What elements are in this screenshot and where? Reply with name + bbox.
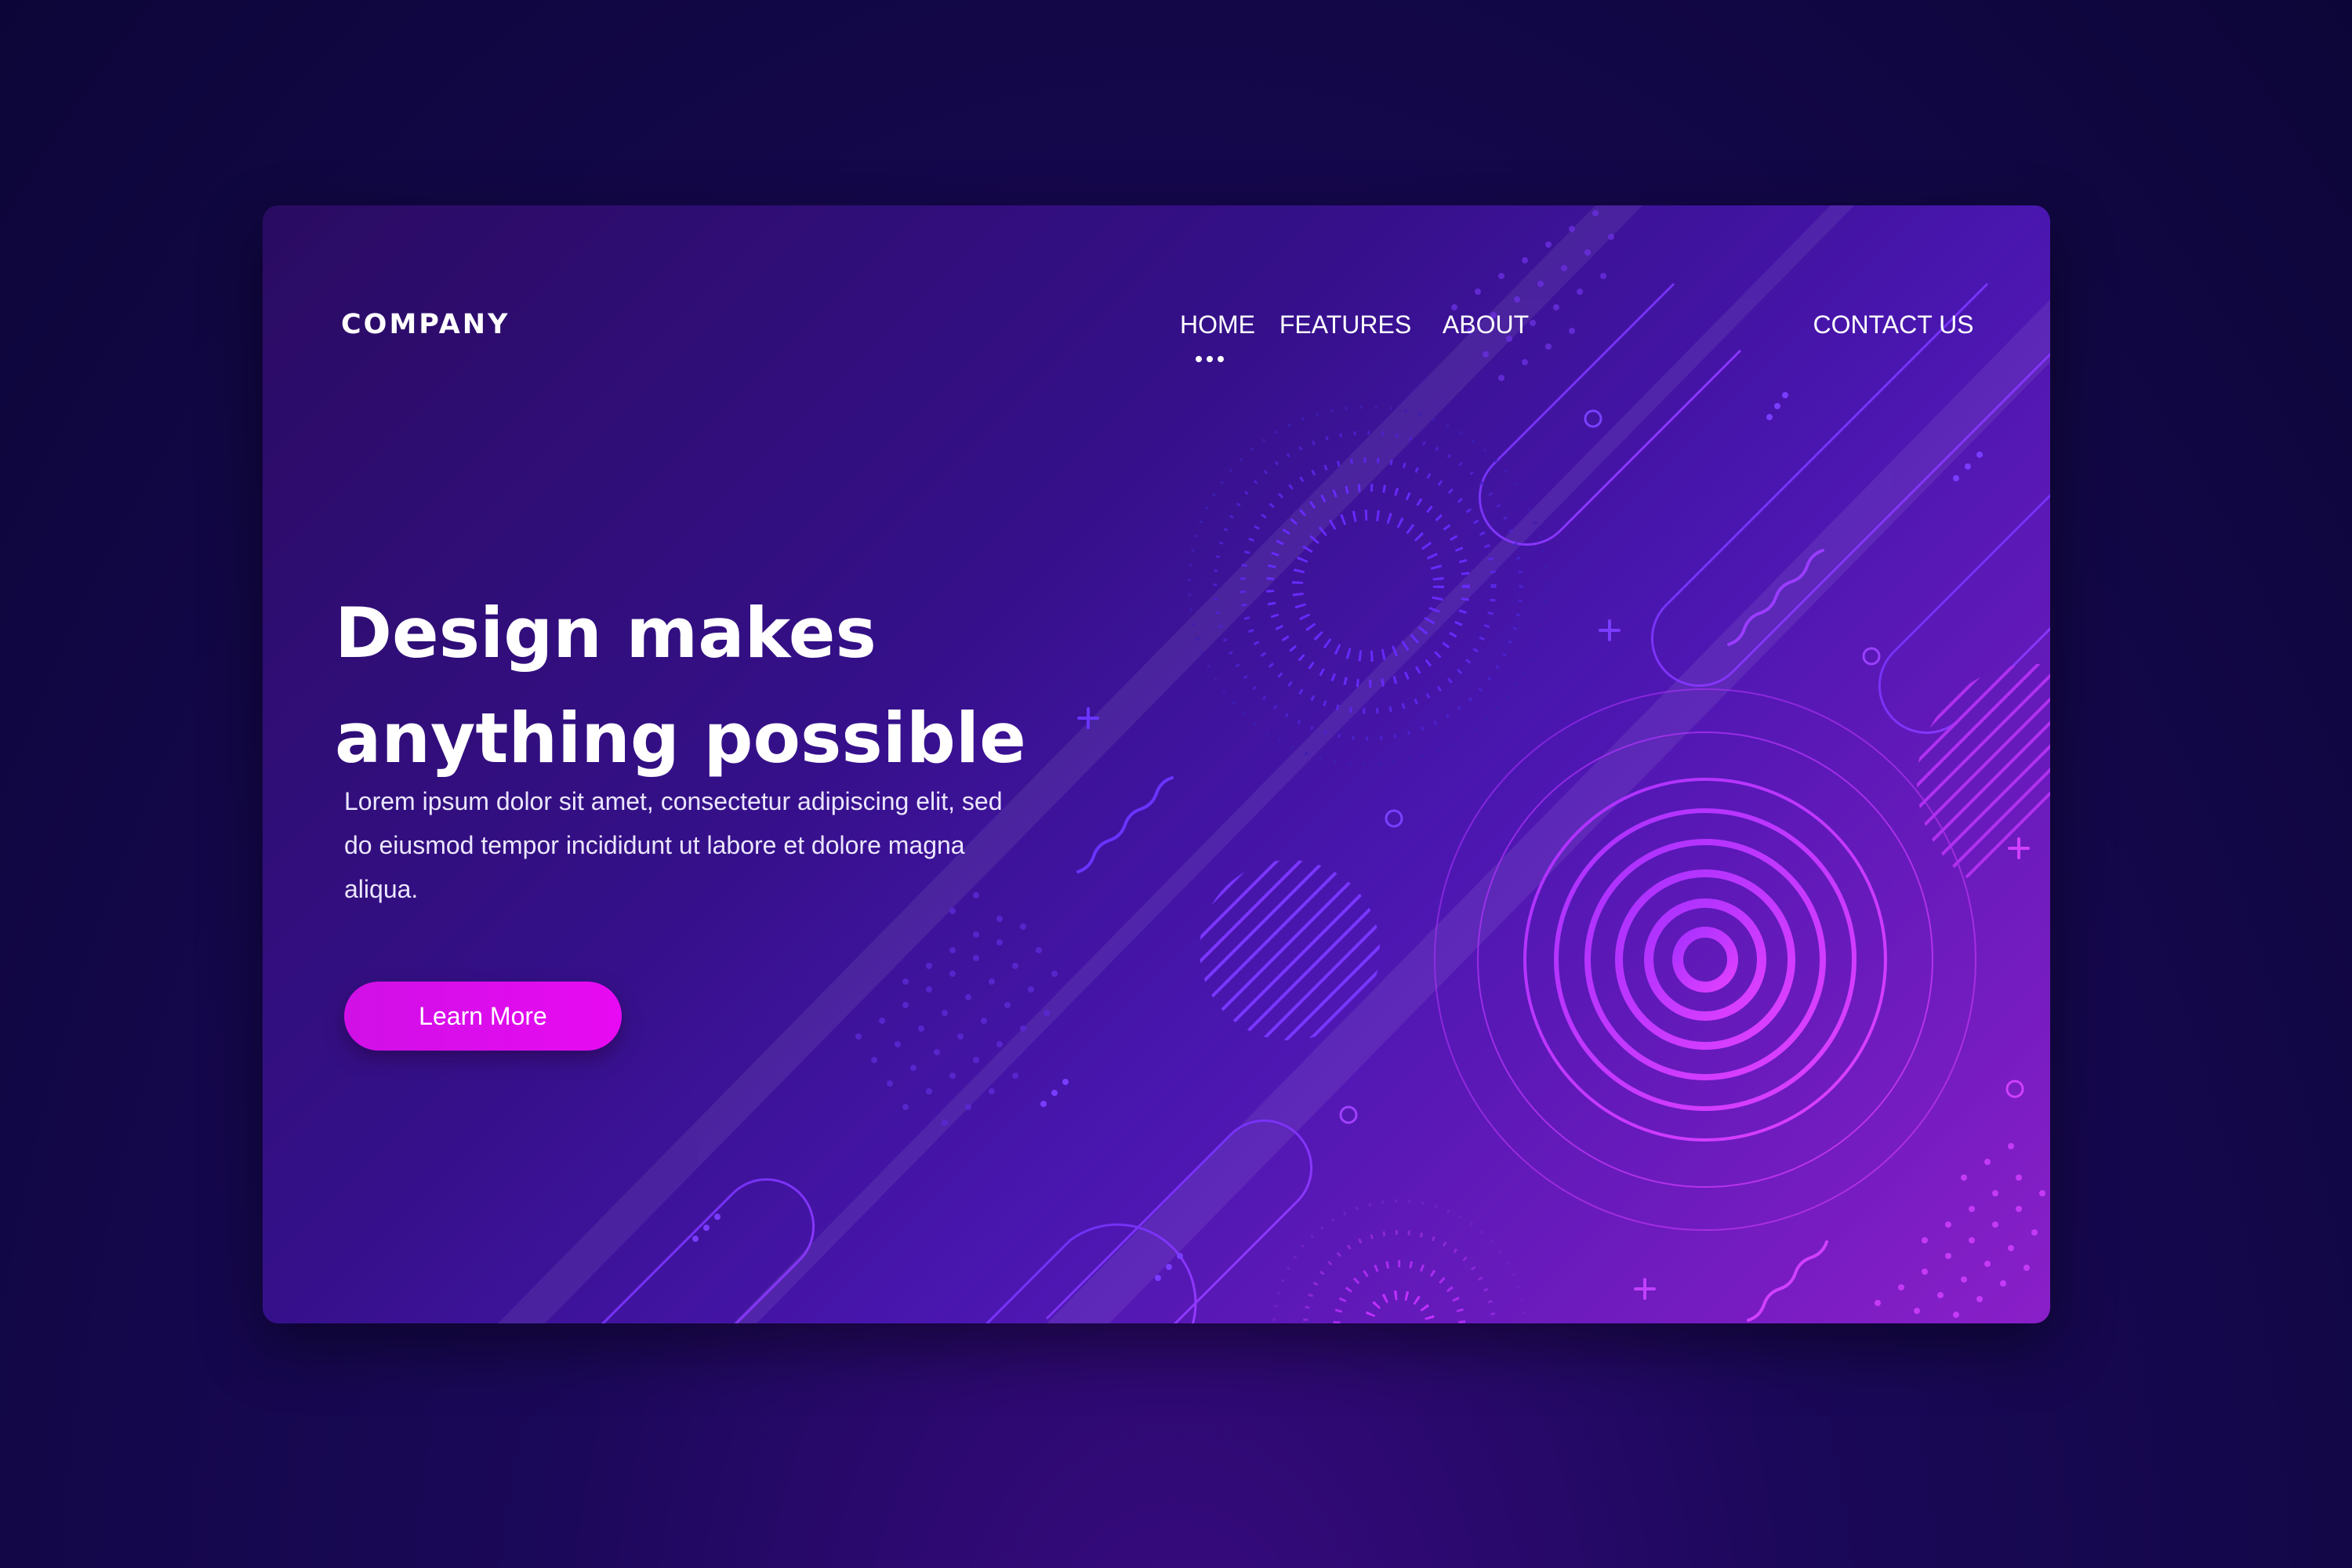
- dot-grid-bottom-right: [1875, 1143, 2045, 1318]
- nav-item-about[interactable]: ABOUT: [1423, 310, 1548, 339]
- learn-more-button[interactable]: Learn More: [344, 982, 622, 1051]
- active-indicator-dots: [1181, 356, 1238, 365]
- headline-line-1: Design makes: [335, 592, 877, 673]
- halftone-arc: [1272, 1200, 1526, 1323]
- landing-card: COMPANY HOME FEATURES ABOUT CONTACT US D…: [263, 205, 2050, 1323]
- main-nav: HOME FEATURES ABOUT CONTACT US: [263, 310, 2050, 373]
- nav-item-home[interactable]: HOME: [1163, 310, 1272, 339]
- nav-item-features[interactable]: FEATURES: [1263, 310, 1428, 339]
- concentric-rings: [1434, 688, 1976, 1231]
- hero-body-text: Lorem ipsum dolor sit amet, consectetur …: [344, 787, 1003, 903]
- hero-headline: Design makes anything possible: [335, 581, 1103, 791]
- nav-item-contact-us[interactable]: CONTACT US: [1799, 310, 1987, 339]
- striped-circle-right: [1917, 664, 2050, 899]
- dot-grid-left: [855, 892, 1058, 1126]
- headline-line-2: anything possible: [335, 697, 1026, 779]
